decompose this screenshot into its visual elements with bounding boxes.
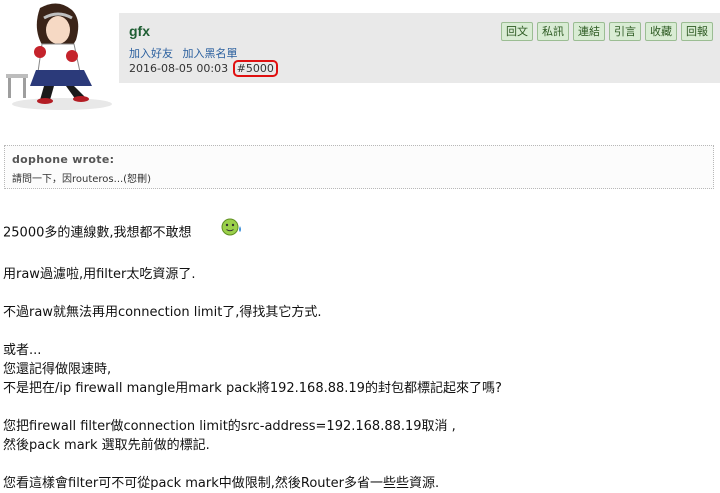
report-button[interactable]: 回報: [681, 22, 713, 41]
username[interactable]: gfx: [129, 23, 150, 39]
body-line: 或者...: [3, 343, 42, 358]
post-meta: 2016-08-05 00:03 #5000: [129, 60, 278, 77]
post-id-link[interactable]: #5000: [232, 60, 278, 77]
body-line: 您看這樣會filter可不可從pack mark中做限制,然後Router多省一…: [3, 476, 440, 491]
link-button[interactable]: 連結: [573, 22, 605, 41]
post-header: gfx 加入好友 加入黑名單 2016-08-05 00:03 #5000 回文…: [119, 13, 720, 83]
body-line: 25000多的連線數,我想都不敢想: [3, 201, 713, 265]
body-line: 您把firewall filter做connection limit的src-a…: [3, 419, 456, 434]
post-body: 25000多的連線數,我想都不敢想 用raw過濾啦,用filter太吃資源了. …: [3, 201, 713, 493]
quote-text: 請問一下，因routeros...(恕刪): [12, 174, 151, 185]
add-blacklist-link[interactable]: 加入黑名單: [183, 47, 238, 60]
post-timestamp: 2016-08-05 00:03: [129, 62, 229, 75]
quote-author: dophone wrote:: [12, 153, 115, 166]
user-links: 加入好友 加入黑名單: [129, 45, 244, 61]
body-line: 不是把在/ip firewall mangle用mark pack將192.16…: [3, 381, 502, 396]
sweat-smiley-icon: [204, 198, 245, 262]
body-line: 您還記得做限速時,: [3, 362, 112, 377]
favorite-button[interactable]: 收藏: [645, 22, 677, 41]
body-line: 不過raw就無法再用connection limit了,得找其它方式.: [3, 305, 322, 320]
body-line-text: 25000多的連線數,我想都不敢想: [3, 225, 192, 241]
body-line: 然後pack mark 選取先前做的標記.: [3, 438, 210, 453]
post-actions: 回文 私訊 連結 引言 收藏 回報: [501, 22, 713, 41]
quote-button[interactable]: 引言: [609, 22, 641, 41]
body-line: 用raw過濾啦,用filter太吃資源了.: [3, 267, 196, 282]
quote-block: dophone wrote: 請問一下，因routeros...(恕刪): [4, 145, 714, 189]
add-friend-link[interactable]: 加入好友: [129, 47, 173, 60]
private-message-button[interactable]: 私訊: [537, 22, 569, 41]
avatar[interactable]: [0, 0, 122, 122]
reply-button[interactable]: 回文: [501, 22, 533, 41]
